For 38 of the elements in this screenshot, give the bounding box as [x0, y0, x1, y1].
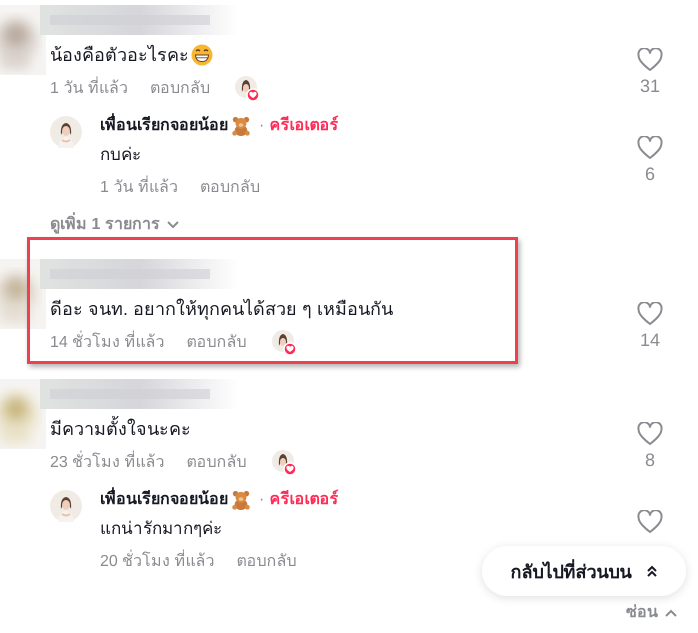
timestamp: 1 วัน ที่แล้ว: [100, 176, 178, 200]
like-count: 6: [644, 163, 655, 186]
hide-replies-link[interactable]: ซ่อน: [626, 602, 678, 624]
timestamp: 23 ชั่วโมง ที่แล้ว: [50, 451, 165, 475]
heart-icon[interactable]: [637, 302, 663, 326]
creator-label: ครีเอเตอร์: [269, 488, 338, 510]
heart-icon[interactable]: [637, 510, 663, 534]
separator-dot: ·: [259, 116, 264, 136]
like-count: 31: [640, 75, 660, 98]
chevron-down-icon: [166, 220, 180, 230]
reply-link[interactable]: ตอบกลับ: [200, 176, 260, 200]
timestamp: 1 วัน ที่แล้ว: [50, 77, 128, 101]
heart-icon[interactable]: [637, 422, 663, 446]
timestamp: 14 ชั่วโมง ที่แล้ว: [50, 331, 165, 355]
comment-text: ดีอะ จนท. อยากให้ทุกคนได้สวย ๆ เหมือนกัน: [50, 298, 394, 322]
reply-link[interactable]: ตอบกลับ: [186, 451, 247, 475]
double-chevron-up-icon: [646, 564, 658, 578]
heart-icon[interactable]: [637, 48, 663, 72]
author-name[interactable]: เพื่อนเรียกจอยน้อย: [100, 488, 228, 512]
comment-text: น้องคือตัวอะไรคะ: [50, 44, 189, 67]
reply-text: แกน่ารักมากๆค่ะ: [100, 518, 223, 540]
separator-dot: ·: [259, 490, 264, 510]
reply-link[interactable]: ตอบกลับ: [186, 331, 247, 355]
like-count: 14: [640, 329, 660, 352]
reply-link[interactable]: ตอบกลับ: [236, 550, 297, 574]
chevron-up-icon: [664, 608, 678, 618]
reply-text: กบค่ะ: [100, 144, 142, 166]
like-count: 8: [644, 449, 655, 472]
back-to-top-button[interactable]: กลับไปที่ส่วนบน: [482, 546, 686, 596]
avatar[interactable]: [50, 490, 82, 522]
timestamp: 20 ชั่วโมง ที่แล้ว: [100, 550, 215, 574]
author-name[interactable]: เพื่อนเรียกจอยน้อย: [100, 114, 228, 138]
avatar[interactable]: [50, 116, 82, 148]
view-more-replies-link[interactable]: ดูเพิ่ม 1 รายการ: [50, 214, 180, 236]
heart-icon[interactable]: [637, 136, 663, 160]
comment-text: มีความตั้งใจนะคะ: [50, 414, 191, 444]
creator-label: ครีเอเตอร์: [269, 114, 338, 136]
reply-link[interactable]: ตอบกลับ: [150, 77, 210, 101]
